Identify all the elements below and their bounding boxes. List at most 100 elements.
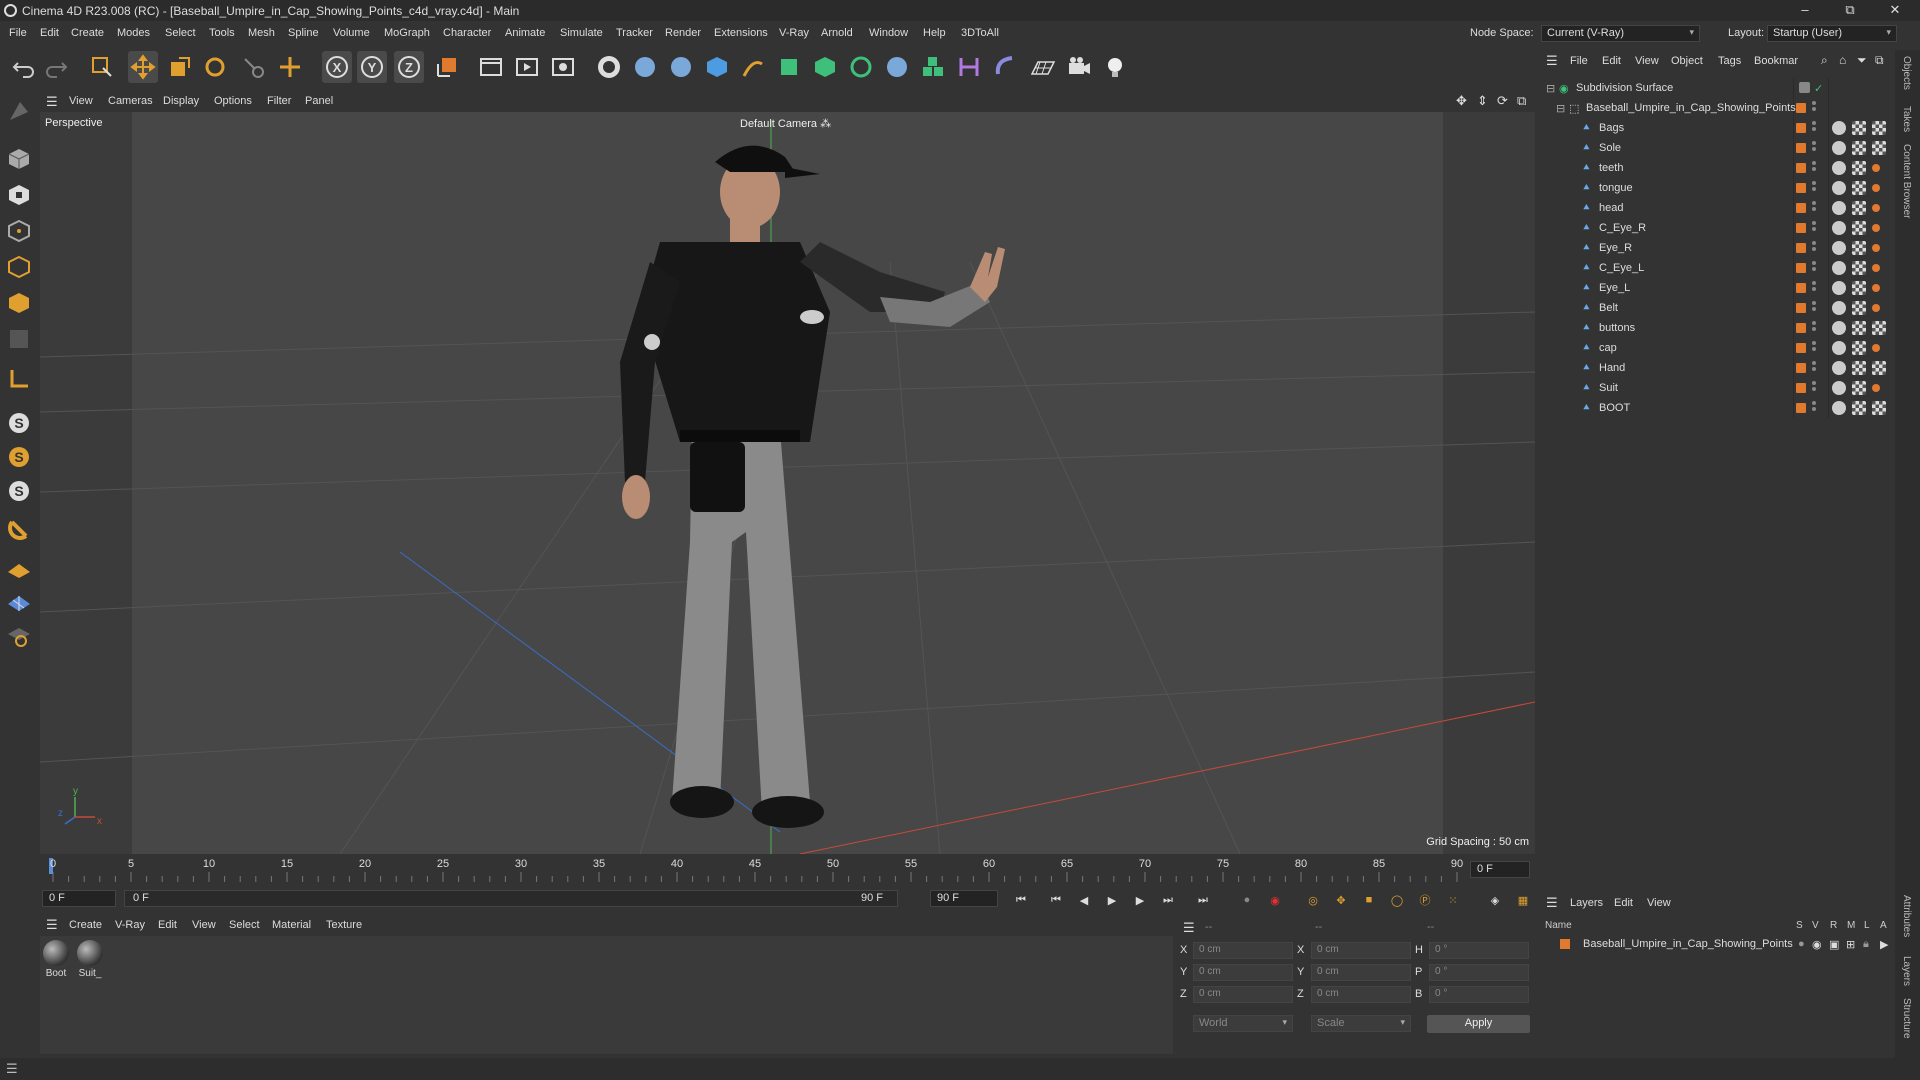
menu-tracker[interactable]: Tracker [616, 27, 653, 39]
material-tag-icon[interactable] [1852, 361, 1866, 375]
uvw-tag-icon[interactable] [1872, 344, 1880, 352]
rotation-b-field[interactable]: 0 ° [1429, 986, 1529, 1003]
enabled-check-icon[interactable]: ✓ [1814, 82, 1823, 95]
uvw-tag-icon[interactable] [1872, 164, 1880, 172]
snap-icon[interactable]: S [4, 408, 34, 438]
render-icon[interactable]: ▣ [1829, 938, 1839, 951]
tab-objects[interactable]: Objects [1901, 56, 1912, 90]
current-frame-field[interactable]: 0 F [1470, 861, 1530, 878]
light-object-icon[interactable] [1100, 51, 1130, 83]
object-menu-file[interactable]: File [1570, 55, 1588, 67]
edges-mode-icon[interactable] [4, 252, 34, 282]
material-tag-icon[interactable] [1872, 121, 1886, 135]
render-region-icon[interactable] [476, 51, 506, 83]
previous-key-icon[interactable]: ⏮ [1045, 890, 1067, 910]
previous-frame-icon[interactable]: ◀ [1073, 890, 1095, 910]
pan-view-icon[interactable]: ✥ [1456, 93, 1467, 109]
minimize-button[interactable]: – [1790, 2, 1820, 19]
apply-button[interactable]: Apply [1427, 1015, 1530, 1033]
y-axis-lock-button[interactable]: Y [357, 51, 387, 83]
material-swatch[interactable]: Suit_ [74, 940, 106, 979]
frame-range-slider[interactable]: 0 F 90 F [124, 890, 898, 907]
position-y-field[interactable]: 0 cm [1193, 964, 1293, 981]
viewport-menu-display[interactable]: Display [163, 95, 199, 107]
sky-object-icon[interactable] [990, 51, 1020, 83]
workplane-icon[interactable] [4, 552, 34, 582]
mograph-cloner-icon[interactable] [918, 51, 948, 83]
timeline-window-icon[interactable]: ▦ [1512, 890, 1534, 910]
object-menu-object[interactable]: Object [1671, 55, 1703, 67]
uvw-tag-icon[interactable] [1872, 224, 1880, 232]
texture-mode-icon[interactable] [4, 180, 34, 210]
phong-tag-icon[interactable] [1832, 281, 1846, 295]
phong-tag-icon[interactable] [1832, 241, 1846, 255]
menu-select[interactable]: Select [165, 27, 196, 39]
phong-tag-icon[interactable] [1832, 361, 1846, 375]
maximize-view-icon[interactable]: ⧉ [1517, 93, 1526, 109]
axis-mode-icon[interactable] [4, 364, 34, 394]
menu-3dtoall[interactable]: 3DToAll [961, 27, 999, 39]
visibility-dots-icon[interactable] [1812, 181, 1816, 195]
menu-vray[interactable]: V-Ray [779, 27, 809, 39]
material-tag-icon[interactable] [1852, 281, 1866, 295]
visibility-dots-icon[interactable] [1812, 361, 1816, 375]
timeline-ruler[interactable]: 0 5 10 15 20 25 30 35 40 45 50 55 60 65 … [40, 854, 1470, 886]
visibility-dots-icon[interactable] [1812, 101, 1816, 115]
scale-tool-icon[interactable] [165, 51, 195, 83]
visibility-dots-icon[interactable] [1812, 141, 1816, 155]
size-x-field[interactable]: 0 cm [1311, 942, 1411, 959]
phong-tag-icon[interactable] [1832, 201, 1846, 215]
uvw-tag-icon[interactable] [1872, 184, 1880, 192]
object-row[interactable]: ⯅ Eye_R [1540, 238, 1895, 258]
search-icon[interactable]: ⌕ [1821, 53, 1828, 68]
material-tag-icon[interactable] [1852, 141, 1866, 155]
menu-simulate[interactable]: Simulate [560, 27, 603, 39]
menu-character[interactable]: Character [443, 27, 491, 39]
menu-animate[interactable]: Animate [505, 27, 545, 39]
material-tag-icon[interactable] [1872, 361, 1886, 375]
rotate-tool-icon[interactable] [200, 51, 230, 83]
phong-tag-icon[interactable] [1832, 181, 1846, 195]
material-menu-texture[interactable]: Texture [326, 919, 362, 931]
position-x-field[interactable]: 0 cm [1193, 942, 1293, 959]
viewport-menu-view[interactable]: View [69, 95, 93, 107]
phong-tag-icon[interactable] [1832, 141, 1846, 155]
visibility-dots-icon[interactable] [1812, 321, 1816, 335]
next-key-icon[interactable]: ⏭ [1157, 890, 1179, 910]
uvw-tag-icon[interactable] [1872, 384, 1880, 392]
menu-mesh[interactable]: Mesh [248, 27, 275, 39]
locked-workplane-icon[interactable] [4, 620, 34, 650]
hamburger-icon[interactable]: ☰ [46, 917, 58, 933]
object-row[interactable]: ⯅ teeth [1540, 158, 1895, 178]
object-row[interactable]: ⯅ Sole [1540, 138, 1895, 158]
expand-icon[interactable]: ⊟ [1546, 82, 1555, 95]
floor-object-icon[interactable] [1028, 51, 1058, 83]
visibility-dots-icon[interactable] [1812, 241, 1816, 255]
object-menu-tags[interactable]: Tags [1718, 55, 1741, 67]
visibility-dots-icon[interactable] [1812, 161, 1816, 175]
material-tag-icon[interactable] [1852, 201, 1866, 215]
magnet-tool-icon[interactable] [4, 514, 34, 544]
material-tag-icon[interactable] [1852, 121, 1866, 135]
expand-icon[interactable]: ⊟ [1556, 102, 1565, 115]
viewport-menu-options[interactable]: Options [214, 95, 252, 107]
next-frame-icon[interactable]: ▶ [1129, 890, 1151, 910]
material-tag-icon[interactable] [1872, 141, 1886, 155]
record-active-icon[interactable]: ● [1236, 890, 1258, 910]
x-axis-lock-button[interactable]: X [322, 51, 352, 83]
hamburger-icon[interactable]: ☰ [46, 94, 58, 110]
viewport-3d[interactable]: y z x Perspective Default Camera ⁂ Grid … [40, 112, 1535, 854]
rotate-view-icon[interactable]: ⟳ [1497, 93, 1508, 109]
python-generator-icon[interactable] [882, 51, 912, 83]
menu-modes[interactable]: Modes [117, 27, 150, 39]
material-tag-icon[interactable] [1852, 381, 1866, 395]
tab-attributes[interactable]: Attributes [1901, 895, 1912, 937]
camera-object-icon[interactable] [1064, 51, 1094, 83]
uvw-tag-icon[interactable] [1872, 204, 1880, 212]
material-menu-create[interactable]: Create [69, 919, 102, 931]
menu-volume[interactable]: Volume [333, 27, 370, 39]
object-menu-view[interactable]: View [1635, 55, 1659, 67]
keyframe-selection-icon[interactable]: ◎ [1302, 890, 1324, 910]
visibility-dots-icon[interactable] [1812, 221, 1816, 235]
menu-edit[interactable]: Edit [40, 27, 59, 39]
